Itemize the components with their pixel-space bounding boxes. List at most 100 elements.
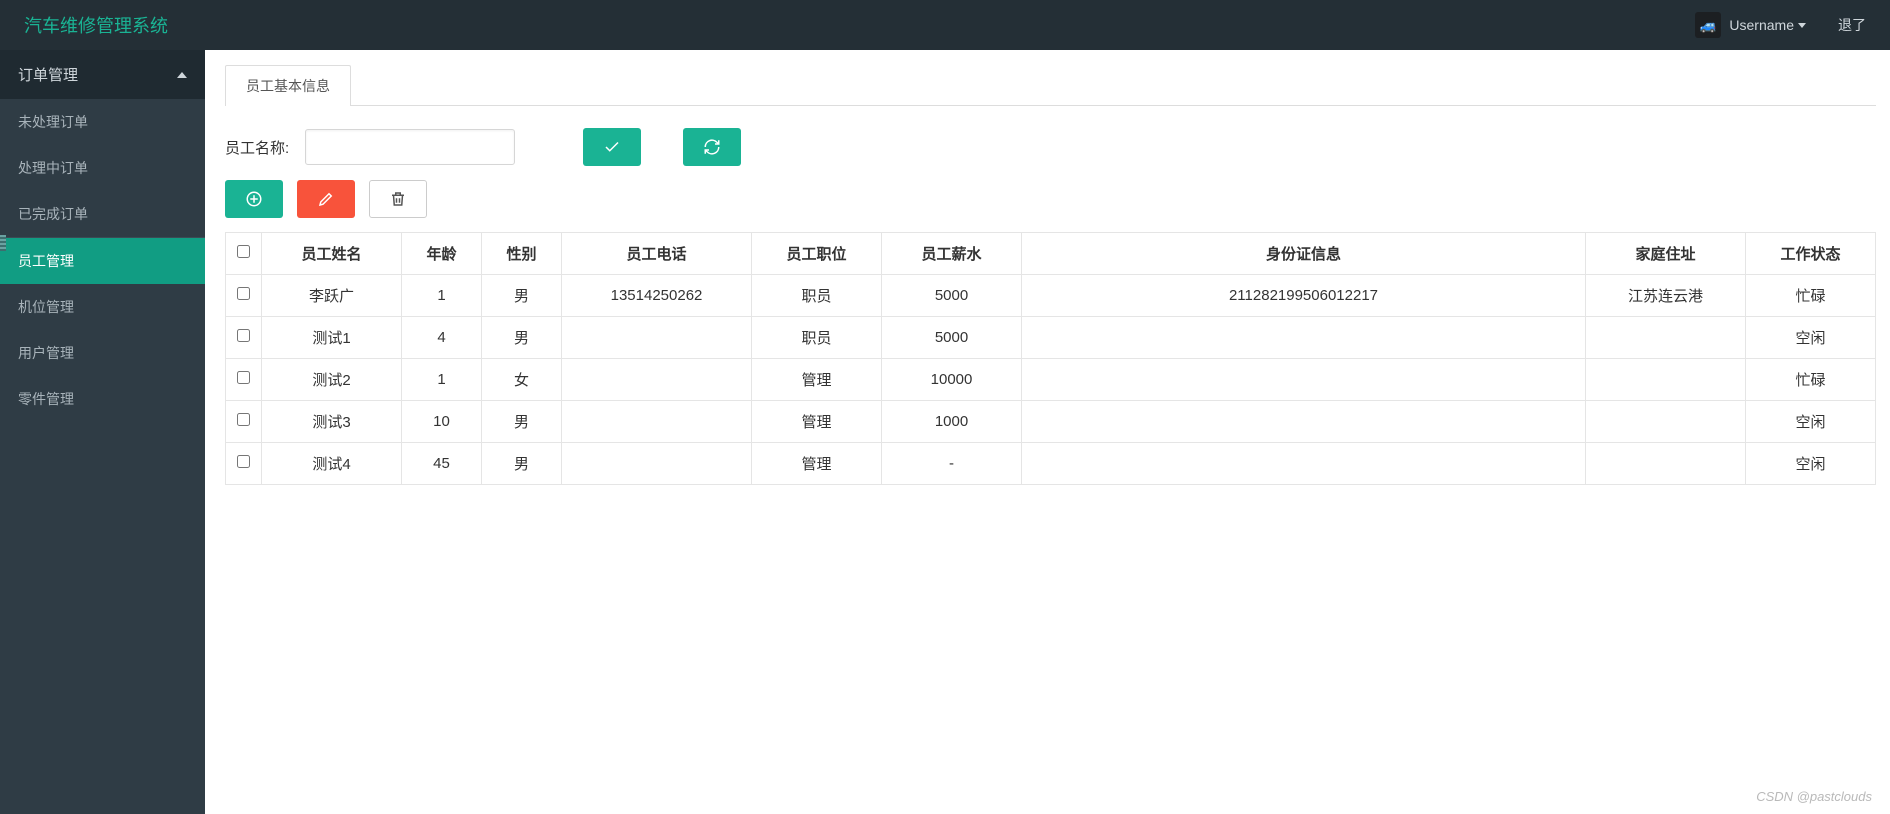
- filter-row: 员工名称:: [225, 128, 1876, 166]
- cell-salary: 10000: [882, 359, 1022, 401]
- sidebar-item-label: 已完成订单: [18, 204, 88, 224]
- table-row[interactable]: 测试21女 管理10000 忙碌: [226, 359, 1876, 401]
- col-salary: 员工薪水: [882, 233, 1022, 275]
- cell-address: [1586, 359, 1746, 401]
- pencil-icon: [317, 190, 335, 208]
- table-row[interactable]: 测试445男管理-空闲: [226, 443, 1876, 485]
- cell-idcard: [1022, 401, 1586, 443]
- sidebar-item-label: 机位管理: [18, 297, 74, 317]
- table-row[interactable]: 测试14男职员5000空闲: [226, 317, 1876, 359]
- cell-idcard: [1022, 359, 1586, 401]
- cell-name: 李跃广: [262, 275, 402, 317]
- cell-age: 45: [402, 443, 482, 485]
- user-area: 🚙 Username 退了: [1695, 12, 1866, 38]
- cell-position: 职员: [752, 275, 882, 317]
- cell-gender: 男: [482, 401, 562, 443]
- col-address: 家庭住址: [1586, 233, 1746, 275]
- delete-button[interactable]: [369, 180, 427, 218]
- action-button-row: [225, 180, 1876, 218]
- sidebar-item-user[interactable]: 用户管理: [0, 330, 205, 376]
- cell-status: 空闲: [1746, 443, 1876, 485]
- header-checkbox-cell: [226, 233, 262, 275]
- logout-link[interactable]: 退了: [1838, 15, 1866, 35]
- cell-gender: 男: [482, 443, 562, 485]
- sidebar-item-parts[interactable]: 零件管理: [0, 376, 205, 422]
- sidebar-item-staff[interactable]: 员工管理: [0, 238, 205, 284]
- cell-address: 江苏连云港: [1586, 275, 1746, 317]
- tab-staff-info[interactable]: 员工基本信息: [225, 65, 351, 106]
- add-button[interactable]: [225, 180, 283, 218]
- cell-position: 管理: [752, 359, 882, 401]
- drag-stripe-icon: [0, 235, 6, 251]
- select-all-checkbox[interactable]: [237, 245, 250, 258]
- username-dropdown[interactable]: Username: [1729, 17, 1806, 33]
- cell-name: 测试3: [262, 401, 402, 443]
- cell-name: 测试4: [262, 443, 402, 485]
- cell-age: 4: [402, 317, 482, 359]
- cell-gender: 男: [482, 317, 562, 359]
- refresh-button[interactable]: [683, 128, 741, 166]
- col-gender: 性别: [482, 233, 562, 275]
- car-icon: 🚙: [1700, 17, 1717, 34]
- row-checkbox-cell: [226, 359, 262, 401]
- cell-idcard: [1022, 443, 1586, 485]
- staff-table: 员工姓名 年龄 性别 员工电话 员工职位 员工薪水 身份证信息 家庭住址 工作状…: [225, 232, 1876, 485]
- row-checkbox[interactable]: [237, 287, 250, 300]
- cell-status: 忙碌: [1746, 359, 1876, 401]
- refresh-icon: [703, 138, 721, 156]
- tab-bar: 员工基本信息: [225, 64, 1876, 106]
- cell-salary: -: [882, 443, 1022, 485]
- sidebar-item-pending[interactable]: 未处理订单: [0, 99, 205, 145]
- cell-name: 测试2: [262, 359, 402, 401]
- cell-status: 空闲: [1746, 401, 1876, 443]
- sidebar-item-label: 未处理订单: [18, 112, 88, 132]
- sidebar-item-label: 员工管理: [18, 251, 74, 271]
- cell-age: 10: [402, 401, 482, 443]
- staff-name-input[interactable]: [305, 129, 515, 165]
- col-idcard: 身份证信息: [1022, 233, 1586, 275]
- col-name: 员工姓名: [262, 233, 402, 275]
- username-label: Username: [1729, 17, 1794, 33]
- filter-label: 员工名称:: [225, 137, 289, 158]
- table-row[interactable]: 测试310男 管理1000 空闲: [226, 401, 1876, 443]
- cell-idcard: [1022, 317, 1586, 359]
- app-brand: 汽车维修管理系统: [24, 12, 168, 38]
- cell-phone: [562, 401, 752, 443]
- row-checkbox-cell: [226, 443, 262, 485]
- row-checkbox-cell: [226, 275, 262, 317]
- cell-position: 职员: [752, 317, 882, 359]
- sidebar-item-station[interactable]: 机位管理: [0, 284, 205, 330]
- col-status: 工作状态: [1746, 233, 1876, 275]
- check-icon: [603, 138, 621, 156]
- cell-address: [1586, 401, 1746, 443]
- sidebar-item-label: 处理中订单: [18, 158, 88, 178]
- cell-address: [1586, 443, 1746, 485]
- table-row[interactable]: 李跃广1男13514250262职员5000211282199506012217…: [226, 275, 1876, 317]
- cell-gender: 女: [482, 359, 562, 401]
- edit-button[interactable]: [297, 180, 355, 218]
- plus-circle-icon: [245, 190, 263, 208]
- confirm-button[interactable]: [583, 128, 641, 166]
- row-checkbox[interactable]: [237, 413, 250, 426]
- cell-position: 管理: [752, 401, 882, 443]
- cell-age: 1: [402, 359, 482, 401]
- row-checkbox[interactable]: [237, 455, 250, 468]
- row-checkbox[interactable]: [237, 371, 250, 384]
- table-body: 李跃广1男13514250262职员5000211282199506012217…: [226, 275, 1876, 485]
- sidebar-group-label: 订单管理: [18, 64, 78, 85]
- cell-idcard: 211282199506012217: [1022, 275, 1586, 317]
- cell-status: 空闲: [1746, 317, 1876, 359]
- layout: 订单管理 未处理订单 处理中订单 已完成订单 员工管理 机位管理 用户管理 零件…: [0, 50, 1890, 814]
- row-checkbox[interactable]: [237, 329, 250, 342]
- caret-down-icon: [1798, 23, 1806, 28]
- sidebar-item-label: 用户管理: [18, 343, 74, 363]
- avatar[interactable]: 🚙: [1695, 12, 1721, 38]
- table-head: 员工姓名 年龄 性别 员工电话 员工职位 员工薪水 身份证信息 家庭住址 工作状…: [226, 233, 1876, 275]
- cell-salary: 1000: [882, 401, 1022, 443]
- sidebar-item-done[interactable]: 已完成订单: [0, 191, 205, 238]
- col-position: 员工职位: [752, 233, 882, 275]
- cell-phone: [562, 317, 752, 359]
- content: 员工基本信息 员工名称:: [205, 50, 1890, 814]
- sidebar-item-processing[interactable]: 处理中订单: [0, 145, 205, 191]
- sidebar-group-orders[interactable]: 订单管理: [0, 50, 205, 99]
